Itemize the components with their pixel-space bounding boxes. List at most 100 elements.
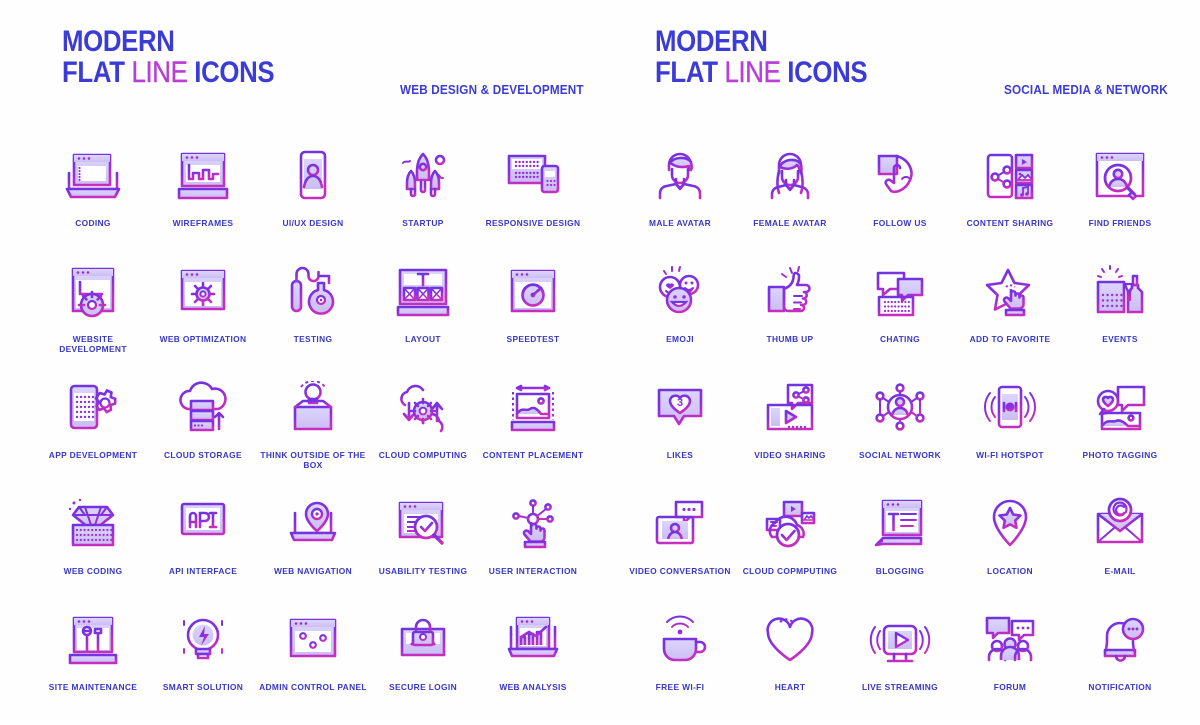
icon-label: STARTUP <box>402 218 444 228</box>
icon-cell-location-star-pin[interactable]: LOCATION <box>955 493 1065 609</box>
icon-label: WIREFRAMES <box>172 218 234 228</box>
icon-cell-blogging[interactable]: BLOGGING <box>845 493 955 609</box>
icon-cell-likes-heart[interactable]: 3 LIKES <box>625 377 735 493</box>
icon-cell-responsive-design[interactable]: RESPONSIVE DESIGN <box>478 145 588 261</box>
icon-cell-wireframes[interactable]: WIREFRAMES <box>148 145 258 261</box>
icon-label: FEMALE AVATAR <box>753 218 827 228</box>
icon-cell-web-optimization[interactable]: WEB OPTIMIZATION <box>148 261 258 377</box>
icon-cell-heart[interactable]: HEART <box>735 609 845 725</box>
responsive-design-icon <box>497 145 569 213</box>
icon-cell-notification-bell[interactable]: NOTIFICATION <box>1065 609 1175 725</box>
icon-label: CLOUD COPMPUTING <box>742 566 838 576</box>
icon-cell-web-coding-diamond[interactable]: WEB CODING <box>38 493 148 609</box>
speedtest-icon <box>497 261 569 329</box>
user-interaction-icon <box>497 493 569 561</box>
icon-cell-social-network[interactable]: SOCIAL NETWORK <box>845 377 955 493</box>
icon-label: UI/UX DESIGN <box>282 218 344 228</box>
icon-cell-forum[interactable]: FORUM <box>955 609 1065 725</box>
icon-cell-photo-tagging[interactable]: PHOTO TAGGING <box>1065 377 1175 493</box>
svg-text:3: 3 <box>677 397 683 409</box>
icon-cell-smart-solution-bulb[interactable]: SMART SOLUTION <box>148 609 258 725</box>
find-friends-icon <box>1084 145 1156 213</box>
free-wifi-cup-icon <box>644 609 716 677</box>
icon-cell-admin-control-panel[interactable]: ADMIN CONTROL PANEL <box>258 609 368 725</box>
website-development-icon <box>57 261 129 329</box>
icon-cell-user-interaction[interactable]: USER INTERACTION <box>478 493 588 609</box>
icon-cell-web-analysis[interactable]: WEB ANALYSIS <box>478 609 588 725</box>
icon-cell-layout[interactable]: LAYOUT <box>368 261 478 377</box>
icon-cell-female-avatar[interactable]: FEMALE AVATAR <box>735 145 845 261</box>
icon-cell-coding[interactable]: CODING <box>38 145 148 261</box>
content-placement-icon <box>497 377 569 445</box>
icon-label: SECURE LOGIN <box>389 682 457 692</box>
icon-label: FREE WI-FI <box>655 682 705 692</box>
follow-us-hand-icon <box>864 145 936 213</box>
icon-label: FOLLOW US <box>873 218 927 228</box>
male-avatar-icon <box>644 145 716 213</box>
icon-cell-add-to-favorite-star[interactable]: ADD TO FAVORITE <box>955 261 1065 377</box>
icon-cell-events-calendar[interactable]: EVENTS <box>1065 261 1175 377</box>
section-subtitle-left: WEB DESIGN & DEVELOPMENT <box>400 82 584 97</box>
icon-label: ADMIN CONTROL PANEL <box>259 682 367 692</box>
cloud-copmputing-icon <box>754 493 826 561</box>
icon-label: CLOUD COMPUTING <box>378 450 468 460</box>
brand-line-1: MODERN <box>62 25 175 58</box>
icon-label: WEB ANALYSIS <box>499 682 567 692</box>
social-network-icon <box>864 377 936 445</box>
icon-cell-site-maintenance[interactable]: SITE MAINTENANCE <box>38 609 148 725</box>
icon-cell-live-streaming[interactable]: LIVE STREAMING <box>845 609 955 725</box>
icon-cell-usability-testing[interactable]: USABILITY TESTING <box>368 493 478 609</box>
icon-cell-web-navigation[interactable]: WEB NAVIGATION <box>258 493 368 609</box>
icon-cell-free-wifi-cup[interactable]: FREE WI-FI <box>625 609 735 725</box>
icon-cell-cloud-storage[interactable]: CLOUD STORAGE <box>148 377 258 493</box>
icon-cell-ui-ux-design[interactable]: UI/UX DESIGN <box>258 145 368 261</box>
brand-line-1: MODERN <box>655 25 768 58</box>
icon-label: FIND FRIENDS <box>1088 218 1152 228</box>
icon-cell-find-friends[interactable]: FIND FRIENDS <box>1065 145 1175 261</box>
icon-label: CONTENT PLACEMENT <box>482 450 584 460</box>
icon-label: EVENTS <box>1102 334 1138 344</box>
icon-cell-startup-rocket[interactable]: STARTUP <box>368 145 478 261</box>
icon-cell-thumb-up[interactable]: THUMB UP <box>735 261 845 377</box>
icon-cell-chating[interactable]: CHATING <box>845 261 955 377</box>
blogging-icon <box>864 493 936 561</box>
icon-cell-emoji[interactable]: EMOJI <box>625 261 735 377</box>
icon-label: FORUM <box>993 682 1027 692</box>
icon-cell-video-sharing[interactable]: VIDEO SHARING <box>735 377 845 493</box>
icon-cell-testing-flask[interactable]: TESTING <box>258 261 368 377</box>
icon-cell-content-sharing[interactable]: CONTENT SHARING <box>955 145 1065 261</box>
icon-label: SITE MAINTENANCE <box>48 682 138 692</box>
icon-cell-website-development[interactable]: WEBSITE DEVELOPMENT <box>38 261 148 377</box>
icon-cell-email[interactable]: E-MAIL <box>1065 493 1175 609</box>
coding-icon <box>57 145 129 213</box>
icon-label: CLOUD STORAGE <box>164 450 242 460</box>
icon-cell-app-development[interactable]: APP DEVELOPMENT <box>38 377 148 493</box>
location-star-pin-icon <box>974 493 1046 561</box>
icon-cell-cloud-copmputing[interactable]: CLOUD COPMPUTING <box>735 493 845 609</box>
icon-label: WEB NAVIGATION <box>273 566 353 576</box>
icon-cell-follow-us-hand[interactable]: FOLLOW US <box>845 145 955 261</box>
icon-label: MALE AVATAR <box>649 218 711 228</box>
icon-grid-social-media: MALE AVATAR FEMALE AVATAR FOLLOW US CONTENT… <box>625 145 1175 725</box>
secure-login-icon <box>387 609 459 677</box>
icon-cell-wifi-hotspot[interactable]: WI-FI HOTSPOT <box>955 377 1065 493</box>
icon-cell-secure-login[interactable]: SECURE LOGIN <box>368 609 478 725</box>
likes-heart-icon: 3 <box>644 377 716 445</box>
icon-cell-speedtest[interactable]: SPEEDTEST <box>478 261 588 377</box>
icon-cell-cloud-computing[interactable]: CLOUD COMPUTING <box>368 377 478 493</box>
icon-cell-api-interface[interactable]: API INTERFACE <box>148 493 258 609</box>
icon-label: LAYOUT <box>405 334 441 344</box>
brand-word-flat: FLAT <box>655 56 718 89</box>
icon-label: LIKES <box>666 450 694 460</box>
icon-label: CHATING <box>880 334 920 344</box>
icon-label: WI-FI HOTSPOT <box>976 450 1044 460</box>
think-outside-box-icon <box>277 377 349 445</box>
video-conversation-icon <box>644 493 716 561</box>
icon-cell-male-avatar[interactable]: MALE AVATAR <box>625 145 735 261</box>
brand-word-line: LINE <box>724 56 781 89</box>
icon-cell-think-outside-box[interactable]: THINK OUTSIDE OF THE BOX <box>258 377 368 493</box>
icon-cell-video-conversation[interactable]: VIDEO CONVERSATION <box>625 493 735 609</box>
icon-label: WEBSITE DEVELOPMENT <box>59 334 127 354</box>
icon-cell-content-placement[interactable]: CONTENT PLACEMENT <box>478 377 588 493</box>
icon-label: LOCATION <box>987 566 1033 576</box>
